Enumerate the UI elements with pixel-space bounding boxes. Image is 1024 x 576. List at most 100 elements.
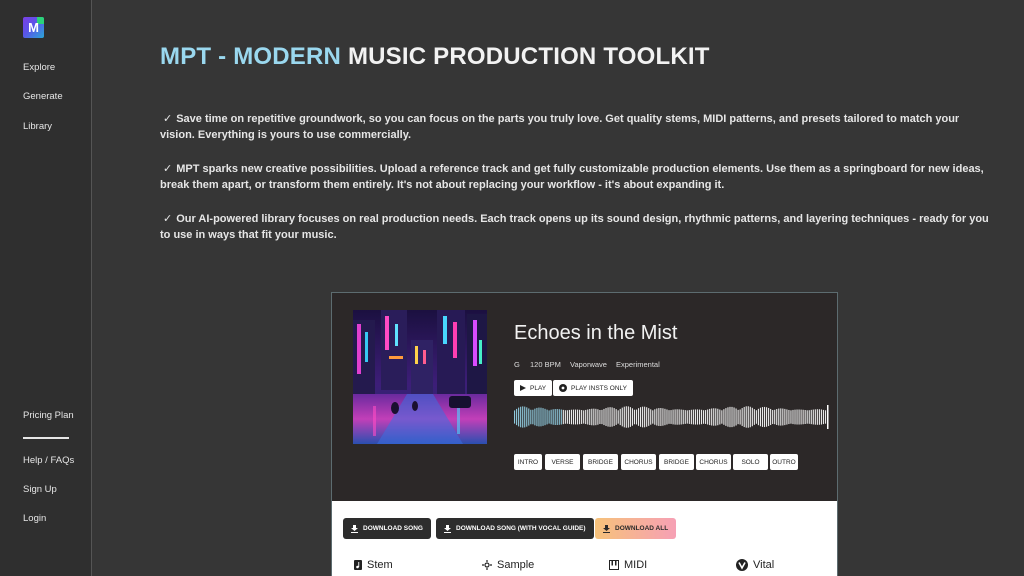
waveform-bar xyxy=(790,410,792,424)
waveform-bar xyxy=(690,409,692,425)
feature-text-3: Our AI-powered library focuses on real p… xyxy=(160,213,989,241)
waveform-bar xyxy=(774,409,776,425)
waveform-bar xyxy=(820,409,822,425)
nav-help-faqs[interactable]: Help / FAQs xyxy=(23,455,74,466)
waveform-bar xyxy=(743,406,745,428)
waveform-bar xyxy=(637,408,640,426)
section-button-chorus-2[interactable]: CHORUS xyxy=(696,454,731,470)
waveform-bar xyxy=(581,410,583,424)
check-icon: ✓ xyxy=(163,163,173,175)
download-icon xyxy=(444,524,451,533)
waveform-bar xyxy=(662,408,664,426)
tab-stem[interactable]: Stem xyxy=(354,559,393,571)
song-style: Experimental xyxy=(616,360,660,369)
waveform-bar xyxy=(668,410,670,424)
nav-sign-up[interactable]: Sign Up xyxy=(23,484,57,495)
section-button-verse[interactable]: VERSE xyxy=(545,454,580,470)
waveform-bar xyxy=(593,408,595,426)
waveform-bar xyxy=(611,407,613,427)
waveform-bar xyxy=(796,409,798,425)
check-icon: ✓ xyxy=(163,113,173,125)
play-insts-only-button[interactable]: PLAY INSTS ONLY xyxy=(553,380,633,396)
waveform[interactable] xyxy=(514,405,829,429)
play-insts-only-label: PLAY INSTS ONLY xyxy=(571,384,627,392)
section-button-intro[interactable]: INTRO xyxy=(514,454,542,470)
nav-explore[interactable]: Explore xyxy=(23,62,55,73)
waveform-bar xyxy=(680,409,682,425)
waveform-bar xyxy=(595,408,597,426)
waveform-bar xyxy=(648,408,650,426)
section-button-solo[interactable]: SOLO xyxy=(733,454,768,470)
download-all-button[interactable]: DOWNLOAD ALL xyxy=(595,518,677,539)
album-cover-art xyxy=(353,310,487,444)
waveform-bar xyxy=(784,408,786,426)
page-title-accent: MPT - MODERN xyxy=(160,43,342,70)
tab-sample-label: Sample xyxy=(497,559,535,571)
waveform-bar xyxy=(642,406,644,428)
waveform-bar xyxy=(613,408,615,426)
waveform-bar xyxy=(757,408,759,426)
song-title: Echoes in the Mist xyxy=(514,322,678,344)
waveform-bar xyxy=(560,409,562,425)
waveform-bar xyxy=(605,408,607,426)
waveform-bar xyxy=(591,408,593,426)
section-button-chorus[interactable]: CHORUS xyxy=(621,454,656,470)
download-song-button[interactable]: DOWNLOAD SONG xyxy=(343,518,431,539)
waveform-bar xyxy=(568,409,570,425)
waveform-bar xyxy=(717,408,719,426)
waveform-bar xyxy=(660,408,662,427)
waveform-bar xyxy=(818,409,820,425)
waveform-bar xyxy=(562,409,564,425)
sample-icon xyxy=(482,560,492,570)
feature-paragraph-3: ✓ Our AI-powered library focuses on real … xyxy=(160,211,990,243)
section-button-bridge-2[interactable]: BRIDGE xyxy=(659,454,694,470)
waveform-bar xyxy=(546,409,548,425)
waveform-bar xyxy=(749,406,751,428)
tab-midi[interactable]: MIDI xyxy=(609,559,647,571)
waveform-bar xyxy=(808,410,810,424)
waveform-bar xyxy=(816,409,818,425)
waveform-bar xyxy=(564,410,566,424)
waveform-bar xyxy=(528,408,530,426)
nav-library[interactable]: Library xyxy=(23,121,52,132)
nav-login[interactable]: Login xyxy=(23,513,46,524)
download-song-label: DOWNLOAD SONG xyxy=(363,525,423,532)
waveform-bar xyxy=(696,409,699,425)
waveform-bar xyxy=(806,410,808,424)
waveform-bar xyxy=(601,409,603,425)
waveform-bar xyxy=(776,409,778,425)
waveform-bar xyxy=(666,409,668,425)
tab-stem-label: Stem xyxy=(367,559,393,571)
waveform-bar xyxy=(794,409,796,425)
waveform-bar xyxy=(518,407,520,427)
waveform-bar xyxy=(572,409,575,425)
waveform-bar xyxy=(656,408,658,426)
song-key: G xyxy=(514,360,520,369)
section-button-outro[interactable]: OUTRO xyxy=(770,454,798,470)
waveform-bar xyxy=(652,410,654,424)
play-label: PLAY xyxy=(530,384,547,392)
song-bpm: 120 BPM xyxy=(530,360,561,369)
waveform-bar xyxy=(570,409,573,425)
tab-vital[interactable]: Vital xyxy=(736,559,774,571)
waveform-bar xyxy=(623,406,625,428)
nav-pricing-plan[interactable]: Pricing Plan xyxy=(23,410,74,421)
waveform-bar xyxy=(644,406,646,428)
section-button-bridge[interactable]: BRIDGE xyxy=(583,454,618,470)
waveform-bar xyxy=(532,409,534,425)
waveform-bar xyxy=(782,408,784,426)
download-song-vocal-label: DOWNLOAD SONG (WITH VOCAL GUIDE) xyxy=(456,525,586,532)
waveform-bar xyxy=(694,409,696,425)
waveform-bar xyxy=(723,409,725,425)
waveform-bar xyxy=(822,409,825,425)
play-button[interactable]: PLAY xyxy=(514,380,553,396)
waveform-bar xyxy=(751,407,753,427)
sidebar: M Explore Generate Library Pricing Plan … xyxy=(0,0,92,576)
tab-sample[interactable]: Sample xyxy=(482,559,534,571)
app-logo[interactable]: M xyxy=(23,17,44,38)
nav-generate[interactable]: Generate xyxy=(23,91,63,102)
waveform-bar xyxy=(729,406,731,428)
waveform-bar xyxy=(540,407,542,427)
waveform-bar xyxy=(664,408,666,426)
download-song-vocal-button[interactable]: DOWNLOAD SONG (WITH VOCAL GUIDE) xyxy=(436,518,594,539)
